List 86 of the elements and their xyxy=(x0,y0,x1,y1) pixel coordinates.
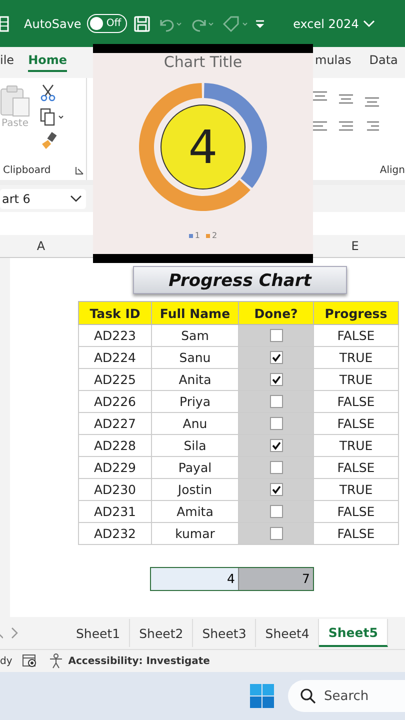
table-cell: FALSE xyxy=(314,390,398,412)
search-icon xyxy=(300,688,316,704)
table-cell: TRUE xyxy=(314,434,398,456)
chart-title: Chart Title xyxy=(164,53,242,71)
table-cell: Amita xyxy=(152,500,238,522)
customize-icon[interactable] xyxy=(255,18,266,28)
table-cell: AD231 xyxy=(78,500,152,522)
macro-recorder-icon[interactable] xyxy=(22,654,38,668)
ribbon-tab[interactable]: mulas xyxy=(315,53,352,72)
windows-start-icon[interactable] xyxy=(250,684,274,708)
table-cell: AD230 xyxy=(78,478,152,500)
checkbox[interactable] xyxy=(270,527,282,540)
next-sheet-icon[interactable] xyxy=(11,627,19,639)
table-cell: TRUE xyxy=(314,346,398,368)
sheet-tab[interactable]: Sheet1 xyxy=(67,619,130,647)
table-cell: FALSE xyxy=(314,500,398,522)
table-cell: TRUE xyxy=(314,368,398,390)
copy-icon[interactable] xyxy=(40,108,66,126)
checkbox[interactable] xyxy=(270,351,282,364)
table-cell: Sila xyxy=(152,434,238,456)
table-cell: AD228 xyxy=(78,434,152,456)
sheet-tab[interactable]: Sheet3 xyxy=(193,619,256,647)
save-icon[interactable] xyxy=(133,14,152,32)
table-cell: Sanu xyxy=(152,346,238,368)
autosave-toggle[interactable]: Off xyxy=(87,14,128,33)
chevron-icon xyxy=(70,194,82,202)
table-cell: AD225 xyxy=(78,368,152,390)
table-cell[interactable]: 7 xyxy=(239,568,313,590)
table-cell: Sam xyxy=(152,324,238,346)
checkbox[interactable] xyxy=(270,439,282,452)
workbook-title[interactable]: excel 2024 xyxy=(293,16,375,30)
center-value: 4 xyxy=(188,124,218,170)
checkbox[interactable] xyxy=(270,505,282,518)
ribbon-tab[interactable]: Data xyxy=(369,53,398,72)
column-heading: Task ID xyxy=(78,302,152,324)
paintbrush-icon[interactable] xyxy=(40,132,58,150)
clipboard-icon[interactable] xyxy=(0,84,32,118)
table-cell: kumar xyxy=(152,522,238,544)
accessibility-icon[interactable] xyxy=(48,653,64,669)
table-cell: AD229 xyxy=(78,456,152,478)
table-cell: Priya xyxy=(152,390,238,412)
name-box[interactable]: art 6 xyxy=(0,188,86,208)
status-text: dy xyxy=(0,656,12,666)
table-cell: AD232 xyxy=(78,522,152,544)
table-cell: AD223 xyxy=(78,324,152,346)
checkbox[interactable] xyxy=(270,395,282,408)
checkbox[interactable] xyxy=(270,417,282,430)
table-cell: Jostin xyxy=(152,478,238,500)
checkbox[interactable] xyxy=(270,483,282,496)
sheet-tab[interactable]: Sheet5 xyxy=(319,619,388,647)
table-cell[interactable]: 4 xyxy=(151,568,239,590)
table-cell: AD226 xyxy=(78,390,152,412)
progress-chart-title: Progress Chart xyxy=(133,266,347,294)
legend-label: 1 xyxy=(194,231,200,240)
table-cell: FALSE xyxy=(314,412,398,434)
table-cell: FALSE xyxy=(314,522,398,544)
ribbon-tab[interactable]: ile xyxy=(0,53,14,72)
table-cell: FALSE xyxy=(314,324,398,346)
table-cell: AD227 xyxy=(78,412,152,434)
ribbon-tab[interactable]: Home xyxy=(28,53,67,72)
checkbox[interactable] xyxy=(270,373,282,386)
sheet-icon xyxy=(0,14,10,32)
group-label: Align xyxy=(378,165,405,176)
chart-area[interactable]: Chart Title 4 1 2 xyxy=(93,44,313,263)
chevron-icon xyxy=(362,20,375,28)
column-header[interactable]: E xyxy=(345,239,365,253)
table-cell: FALSE xyxy=(314,456,398,478)
table-cell: TRUE xyxy=(314,478,398,500)
column-header[interactable]: A xyxy=(31,239,51,253)
legend-label: 2 xyxy=(212,231,218,240)
group-label: Clipboard xyxy=(3,165,51,176)
column-heading: Progress xyxy=(314,302,398,324)
accessibility-status[interactable]: Accessibility: Investigate xyxy=(68,656,210,666)
column-heading: Done? xyxy=(238,302,314,324)
dialog-launcher-icon[interactable] xyxy=(75,166,84,175)
table-cell: Payal xyxy=(152,456,238,478)
table-cell: Anita xyxy=(152,368,238,390)
checkbox[interactable] xyxy=(270,329,282,342)
search-field[interactable]: Search xyxy=(288,680,405,712)
sheet-tab[interactable]: Sheet2 xyxy=(130,619,194,647)
table-cell: AD224 xyxy=(78,346,152,368)
scissors-icon[interactable] xyxy=(40,84,56,102)
checkbox[interactable] xyxy=(270,461,282,474)
table-cell: Anu xyxy=(152,412,238,434)
autosave-label: AutoSave xyxy=(24,16,82,30)
column-heading: Full Name xyxy=(152,302,238,324)
